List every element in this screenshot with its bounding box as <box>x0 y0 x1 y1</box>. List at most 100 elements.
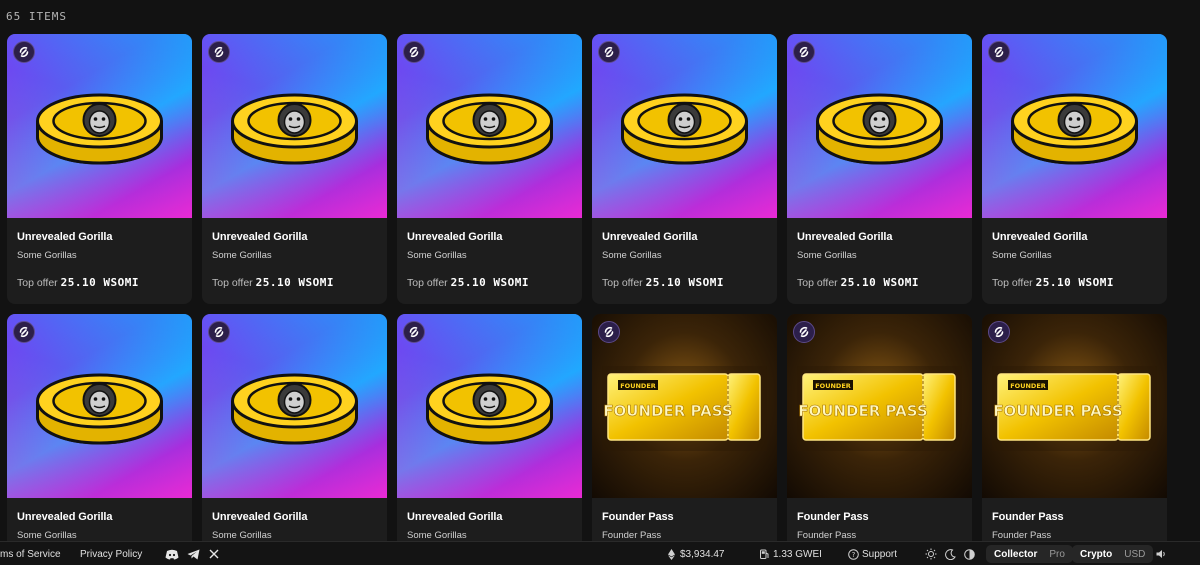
card-info: Founder Pass Founder Pass <box>982 498 1167 542</box>
gold-gorilla-coin-art <box>816 93 943 165</box>
support-link[interactable]: Support <box>862 542 897 565</box>
currency-toggle[interactable]: Crypto USD <box>1072 545 1154 563</box>
nft-card[interactable]: Unrevealed Gorilla Some Gorillas <box>202 314 387 554</box>
nft-image[interactable]: FOUNDER FOUNDER PASS <box>982 314 1167 498</box>
top-offer: Top offer 25.10 WSOMI <box>407 276 572 289</box>
card-title: Unrevealed Gorilla <box>602 231 698 243</box>
terms-of-service-link[interactable]: ms of Service <box>0 542 61 565</box>
chain-badge-icon <box>403 321 425 343</box>
moon-icon[interactable] <box>945 542 956 565</box>
nft-card[interactable]: Unrevealed Gorilla Some Gorillas <box>397 314 582 554</box>
card-title: Unrevealed Gorilla <box>407 231 503 243</box>
chain-badge-icon <box>208 321 230 343</box>
ticket-small-text: FOUNDER <box>815 382 851 390</box>
card-info: Unrevealed Gorilla Some Gorillas Top offer… <box>787 218 972 289</box>
gold-gorilla-coin-art <box>231 93 358 165</box>
chain-badge-icon <box>208 41 230 63</box>
nft-card[interactable]: Unrevealed Gorilla Some Gorillas Top offer… <box>982 34 1167 304</box>
nft-card[interactable]: Unrevealed Gorilla Some Gorillas <box>7 314 192 554</box>
card-collection-name: Some Gorillas <box>17 250 77 261</box>
gold-gorilla-coin-art <box>426 373 553 445</box>
nft-image[interactable]: FOUNDER FOUNDER PASS <box>592 314 777 498</box>
pro-mode-option[interactable]: Pro <box>1045 548 1069 561</box>
nft-image[interactable] <box>982 34 1167 218</box>
top-offer: Top offer 25.10 WSOMI <box>602 276 767 289</box>
nft-card[interactable]: Unrevealed Gorilla Some Gorillas Top offer… <box>787 34 972 304</box>
x-icon[interactable] <box>209 542 219 565</box>
gold-gorilla-coin-art <box>36 373 163 445</box>
nft-card[interactable]: FOUNDER FOUNDER PASS Founder Pass Founder… <box>982 314 1167 554</box>
top-offer: Top offer 25.10 WSOMI <box>212 276 377 289</box>
card-info: Founder Pass Founder Pass <box>787 498 972 542</box>
nft-image[interactable] <box>7 34 192 218</box>
nft-card[interactable]: FOUNDER FOUNDER PASS Founder Pass Founder… <box>592 314 777 554</box>
mode-toggle[interactable]: Collector Pro <box>986 545 1073 563</box>
nft-image[interactable] <box>202 34 387 218</box>
top-offer: Top offer 25.10 WSOMI <box>17 276 182 289</box>
card-info: Founder Pass Founder Pass <box>592 498 777 542</box>
top-offer-label: Top offer <box>17 277 58 289</box>
card-title: Unrevealed Gorilla <box>212 231 308 243</box>
top-offer-value: 25.10 WSOMI <box>1035 276 1114 289</box>
card-title: Unrevealed Gorilla <box>212 511 308 523</box>
footer-bar: ms of Service Privacy Policy $3,934.47 1… <box>0 541 1200 565</box>
gold-gorilla-coin-art <box>1011 93 1138 165</box>
card-info: Unrevealed Gorilla Some Gorillas Top offer… <box>397 218 582 289</box>
card-collection-name: Some Gorillas <box>602 250 662 261</box>
volume-icon[interactable] <box>1156 542 1167 565</box>
top-offer-value: 25.10 WSOMI <box>645 276 724 289</box>
nft-image[interactable] <box>787 34 972 218</box>
top-offer-label: Top offer <box>407 277 448 289</box>
founder-pass-ticket-art: FOUNDER FOUNDER PASS <box>602 366 767 451</box>
top-offer-value: 25.10 WSOMI <box>255 276 334 289</box>
svg-text:?: ? <box>852 551 856 559</box>
chain-badge-icon <box>793 41 815 63</box>
nft-image[interactable] <box>202 314 387 498</box>
nft-image[interactable] <box>397 314 582 498</box>
top-offer-label: Top offer <box>212 277 253 289</box>
top-offer-value: 25.10 WSOMI <box>450 276 529 289</box>
ticket-big-text: FOUNDER PASS <box>798 402 927 420</box>
nft-card[interactable]: Unrevealed Gorilla Some Gorillas Top offer… <box>202 34 387 304</box>
ticket-small-text: FOUNDER <box>1010 382 1046 390</box>
nft-image[interactable] <box>7 314 192 498</box>
nft-image[interactable]: FOUNDER FOUNDER PASS <box>787 314 972 498</box>
crypto-currency-option[interactable]: Crypto <box>1076 548 1116 561</box>
card-collection-name: Some Gorillas <box>212 250 272 261</box>
card-collection-name: Some Gorillas <box>992 250 1052 261</box>
card-title: Unrevealed Gorilla <box>992 231 1088 243</box>
telegram-icon[interactable] <box>187 542 200 565</box>
card-collection-name: Some Gorillas <box>797 250 857 261</box>
chain-badge-icon <box>988 41 1010 63</box>
help-circle-icon[interactable]: ? <box>848 542 859 565</box>
nft-card[interactable]: Unrevealed Gorilla Some Gorillas Top offer… <box>7 34 192 304</box>
items-count: 65 ITEMS <box>6 10 67 23</box>
card-title: Founder Pass <box>797 511 869 523</box>
top-offer-label: Top offer <box>797 277 838 289</box>
discord-icon[interactable] <box>165 542 179 565</box>
usd-currency-option[interactable]: USD <box>1120 548 1149 561</box>
card-title: Unrevealed Gorilla <box>797 231 893 243</box>
card-info: Unrevealed Gorilla Some Gorillas Top offer… <box>982 218 1167 289</box>
chain-badge-icon <box>403 41 425 63</box>
gold-gorilla-coin-art <box>36 93 163 165</box>
contrast-icon[interactable] <box>964 542 975 565</box>
card-title: Unrevealed Gorilla <box>407 511 503 523</box>
gas-price: 1.33 GWEI <box>773 548 822 560</box>
nft-image[interactable] <box>592 34 777 218</box>
sun-icon[interactable] <box>925 542 937 565</box>
card-info: Unrevealed Gorilla Some Gorillas <box>202 498 387 542</box>
eth-price: $3,934.47 <box>680 548 725 560</box>
items-grid: Unrevealed Gorilla Some Gorillas Top offer… <box>7 34 1167 554</box>
card-title: Unrevealed Gorilla <box>17 511 113 523</box>
top-offer: Top offer 25.10 WSOMI <box>797 276 962 289</box>
card-collection-name: Some Gorillas <box>407 250 467 261</box>
top-offer: Top offer 25.10 WSOMI <box>992 276 1157 289</box>
nft-card[interactable]: Unrevealed Gorilla Some Gorillas Top offer… <box>592 34 777 304</box>
privacy-policy-link[interactable]: Privacy Policy <box>80 542 142 565</box>
chain-badge-icon <box>988 321 1010 343</box>
nft-card[interactable]: FOUNDER FOUNDER PASS Founder Pass Founder… <box>787 314 972 554</box>
collector-mode-option[interactable]: Collector <box>990 548 1041 561</box>
nft-image[interactable] <box>397 34 582 218</box>
nft-card[interactable]: Unrevealed Gorilla Some Gorillas Top offer… <box>397 34 582 304</box>
